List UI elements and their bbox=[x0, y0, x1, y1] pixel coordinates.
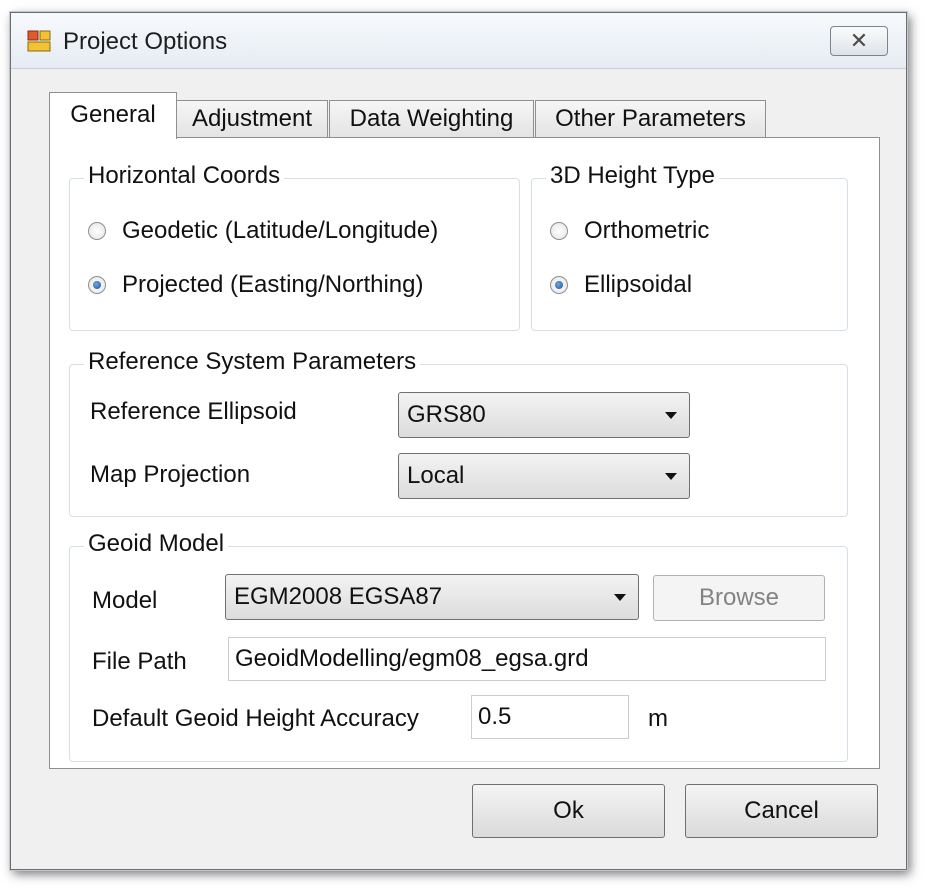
chevron-down-icon[interactable] bbox=[614, 594, 626, 601]
cancel-button[interactable]: Cancel bbox=[685, 784, 878, 838]
ok-button[interactable]: Ok bbox=[472, 784, 665, 838]
radio-label: Projected (Easting/Northing) bbox=[122, 271, 424, 298]
geoid-model-dropdown[interactable]: EGM2008 EGSA87 bbox=[225, 574, 639, 620]
tab-adjustment[interactable]: Adjustment bbox=[176, 100, 328, 138]
file-path-label: File Path bbox=[92, 648, 187, 675]
group-title-horizontal-coords: Horizontal Coords bbox=[84, 162, 285, 190]
reference-ellipsoid-label: Reference Ellipsoid bbox=[90, 398, 297, 425]
dropdown-value: GRS80 bbox=[407, 401, 486, 428]
browse-button[interactable]: Browse bbox=[653, 575, 825, 621]
file-path-field[interactable]: GeoidModelling/egm08_egsa.grd bbox=[228, 637, 826, 681]
close-button[interactable]: ✕ bbox=[830, 26, 888, 56]
geoid-accuracy-field[interactable]: 0.5 bbox=[471, 695, 629, 739]
horizontal-coords-group: Horizontal Coords Geodetic (Latitude/Lon… bbox=[69, 162, 520, 331]
radio-label: Geodetic (Latitude/Longitude) bbox=[122, 217, 439, 244]
reference-ellipsoid-dropdown[interactable]: GRS80 bbox=[398, 392, 690, 438]
geoid-accuracy-label: Default Geoid Height Accuracy bbox=[92, 705, 419, 732]
radio-geodetic[interactable]: Geodetic (Latitude/Longitude) bbox=[88, 217, 438, 245]
title-bar[interactable]: Project Options ✕ bbox=[11, 13, 906, 69]
accuracy-unit-label: m bbox=[648, 705, 668, 732]
height-type-group: 3D Height Type Orthometric Ellipsoidal bbox=[531, 162, 848, 331]
group-title-reference-system: Reference System Parameters bbox=[84, 348, 421, 376]
radio-button-checked-icon[interactable] bbox=[550, 276, 568, 294]
map-projection-label: Map Projection bbox=[90, 461, 251, 488]
dropdown-value: EGM2008 EGSA87 bbox=[234, 583, 443, 610]
radio-button-checked-icon[interactable] bbox=[88, 276, 106, 294]
radio-projected[interactable]: Projected (Easting/Northing) bbox=[88, 271, 423, 299]
chevron-down-icon[interactable] bbox=[665, 473, 677, 480]
radio-orthometric[interactable]: Orthometric bbox=[550, 217, 709, 245]
group-title-geoid-model: Geoid Model bbox=[84, 530, 229, 558]
project-options-dialog: Project Options ✕ General Adjustment Dat… bbox=[10, 12, 907, 870]
close-icon: ✕ bbox=[849, 28, 869, 53]
radio-label: Orthometric bbox=[584, 217, 710, 244]
radio-ellipsoidal[interactable]: Ellipsoidal bbox=[550, 271, 692, 299]
radio-button-icon[interactable] bbox=[550, 222, 568, 240]
group-title-height-type: 3D Height Type bbox=[546, 162, 719, 190]
app-icon bbox=[27, 30, 51, 52]
radio-button-icon[interactable] bbox=[88, 222, 106, 240]
geoid-model-group: Geoid Model Model EGM2008 EGSA87 Browse … bbox=[69, 530, 848, 762]
tab-other-parameters[interactable]: Other Parameters bbox=[535, 100, 766, 138]
chevron-down-icon[interactable] bbox=[665, 412, 677, 419]
radio-label: Ellipsoidal bbox=[584, 271, 693, 298]
tab-data-weighting[interactable]: Data Weighting bbox=[329, 100, 534, 138]
general-tab-panel: Horizontal Coords Geodetic (Latitude/Lon… bbox=[49, 137, 880, 769]
reference-system-group: Reference System Parameters Reference El… bbox=[69, 348, 848, 517]
window-title: Project Options bbox=[63, 28, 228, 55]
map-projection-dropdown[interactable]: Local bbox=[398, 453, 690, 499]
model-label: Model bbox=[92, 587, 158, 614]
dropdown-value: Local bbox=[407, 462, 465, 489]
tab-general[interactable]: General bbox=[49, 92, 177, 139]
